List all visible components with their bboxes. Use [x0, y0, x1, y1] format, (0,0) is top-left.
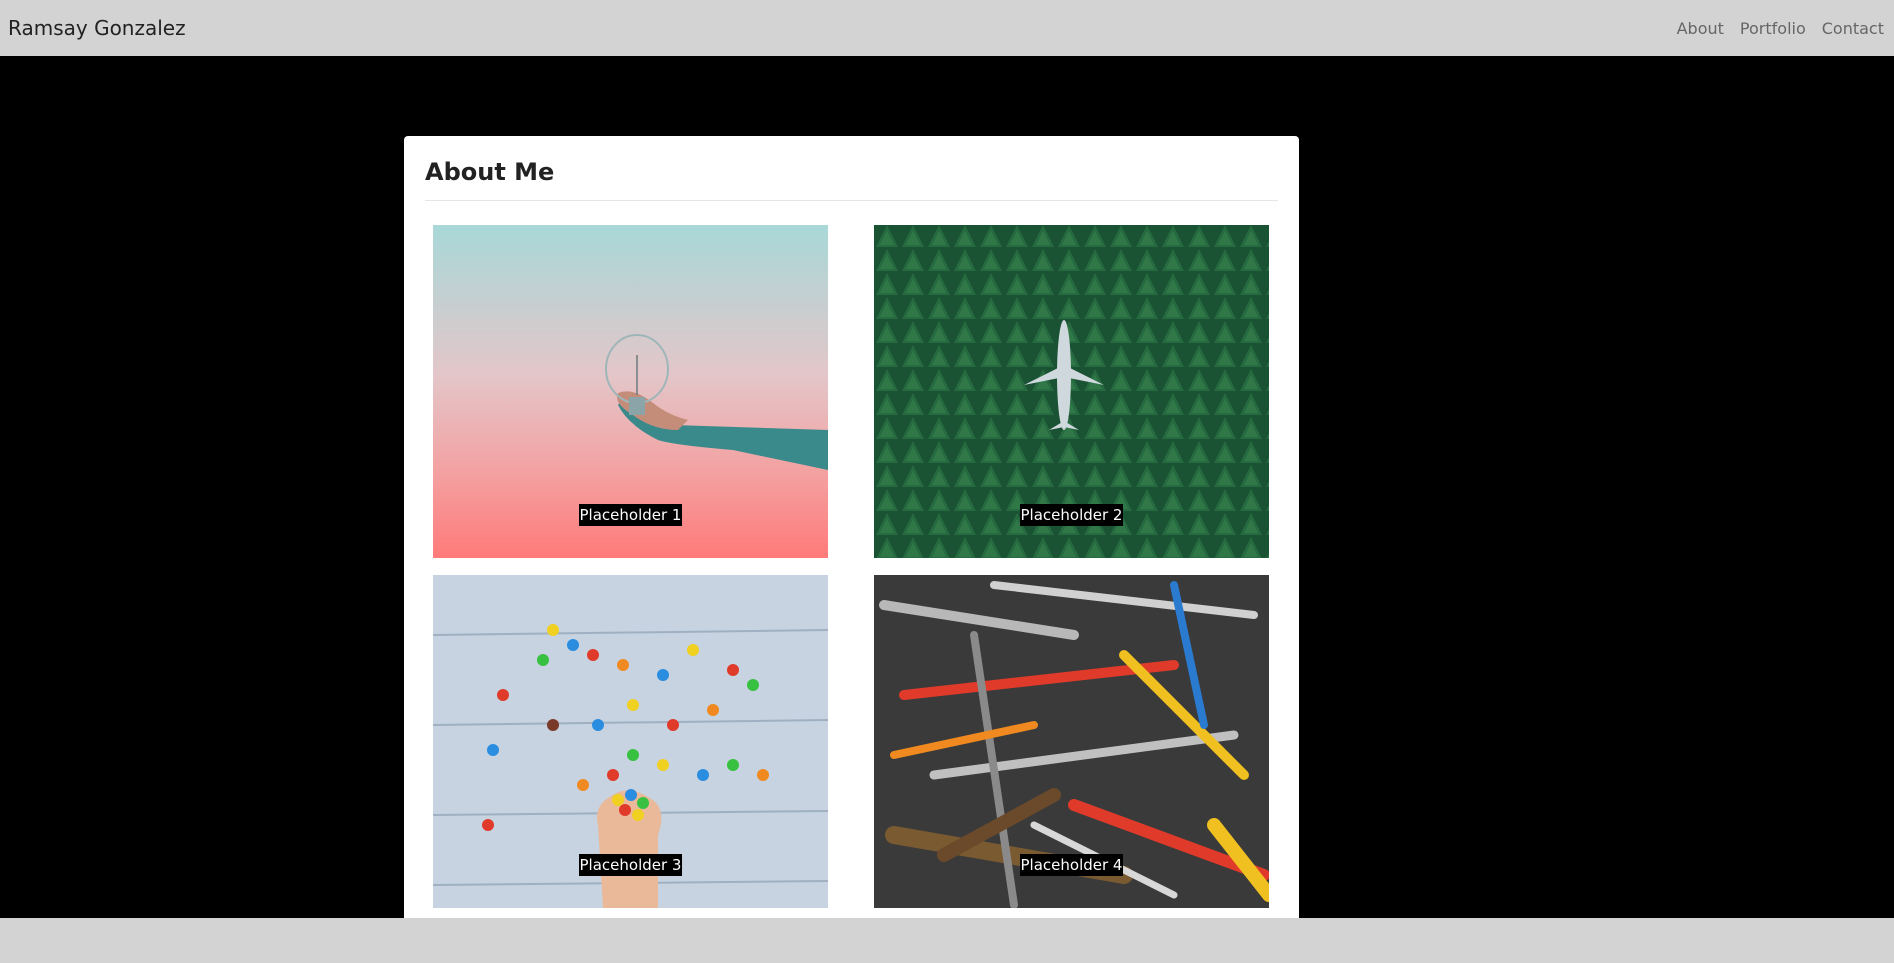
photo-tile-3[interactable]: Placeholder 3	[433, 575, 828, 908]
tile-caption-2: Placeholder 2	[1019, 504, 1124, 526]
nav-links: About Portfolio Contact	[1677, 19, 1884, 38]
nav-link-contact[interactable]: Contact	[1822, 19, 1884, 38]
tile-caption-1: Placeholder 1	[578, 504, 683, 526]
about-card: About Me Placeholder 1 Placeholder 2 Pla…	[404, 136, 1299, 918]
photo-tile-2[interactable]: Placeholder 2	[874, 225, 1269, 558]
photo-tile-1[interactable]: Placeholder 1	[433, 225, 828, 558]
nav-link-portfolio[interactable]: Portfolio	[1740, 19, 1806, 38]
brand-link[interactable]: Ramsay Gonzalez	[8, 16, 186, 40]
divider	[425, 200, 1278, 201]
nav-link-about[interactable]: About	[1677, 19, 1724, 38]
section-title: About Me	[425, 158, 555, 186]
tile-caption-3: Placeholder 3	[578, 854, 683, 876]
footer	[0, 918, 1894, 963]
photo-tile-4[interactable]: Placeholder 4	[874, 575, 1269, 908]
tile-caption-4: Placeholder 4	[1019, 854, 1124, 876]
navbar: Ramsay Gonzalez About Portfolio Contact	[0, 0, 1894, 56]
